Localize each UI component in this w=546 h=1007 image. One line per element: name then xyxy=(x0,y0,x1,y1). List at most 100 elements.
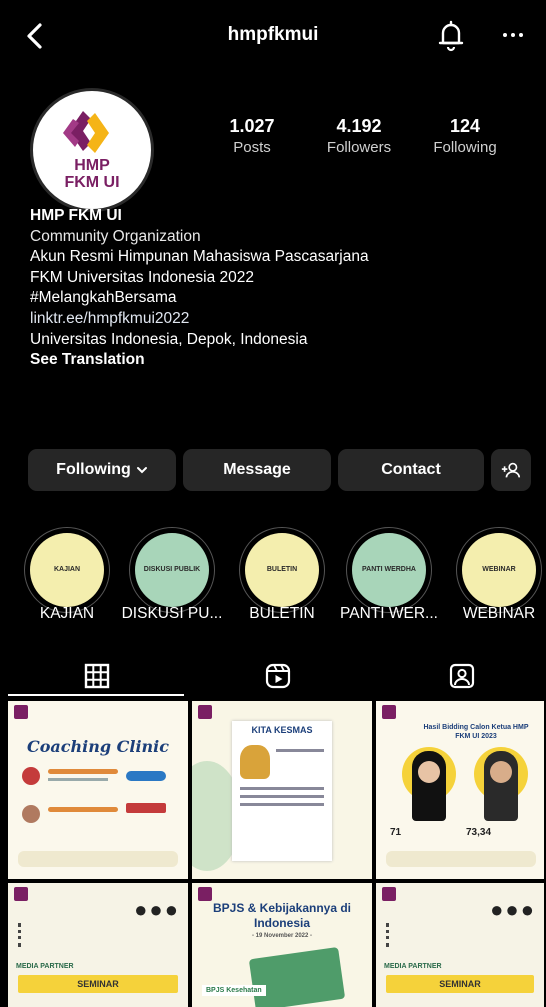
post-hasil-bidding[interactable]: Hasil Bidding Calon Ketua HMP FKM UI 202… xyxy=(376,701,544,879)
tagged-icon[interactable] xyxy=(447,661,477,691)
more-options-icon[interactable] xyxy=(500,22,526,48)
text-line xyxy=(240,795,324,798)
post-logo xyxy=(382,705,396,719)
highlight-ring: PANTI WERDHA xyxy=(346,527,432,613)
highlight-kajian[interactable]: KAJIAN KAJIAN xyxy=(22,527,112,622)
highlight-webinar[interactable]: WEBINAR WEBINAR xyxy=(454,527,544,622)
post-logo xyxy=(382,887,396,901)
speaker-bar xyxy=(48,807,118,812)
contact-button-label: Contact xyxy=(381,461,441,478)
post-bpjs[interactable]: BPJS & Kebijakannya di Indonesia - 19 No… xyxy=(192,883,372,1007)
chevron-down-icon xyxy=(136,467,147,474)
hmp-logo-icon xyxy=(63,111,109,153)
avatar-text-line2: FKM UI xyxy=(64,174,120,191)
followers-label: Followers xyxy=(326,139,392,156)
highlight-title: WEBINAR xyxy=(462,605,536,622)
post-title: Hasil Bidding Calon Ketua HMP FKM UI 202… xyxy=(423,724,529,740)
highlight-buletin[interactable]: BULETIN BULETIN xyxy=(237,527,327,622)
profile-bio: HMP FKM UI Community Organization Akun R… xyxy=(30,206,530,371)
profile-tabs xyxy=(0,655,546,695)
post-kita-kesmas[interactable]: KITA KESMAS xyxy=(192,701,372,879)
speaker-text xyxy=(48,778,108,781)
text-line xyxy=(240,787,324,790)
reels-icon[interactable] xyxy=(263,661,293,691)
highlight-ring: DISKUSI PUBLIK xyxy=(129,527,215,613)
followers-count: 4.192 xyxy=(336,116,382,136)
grid-icon[interactable] xyxy=(82,661,112,691)
highlight-diskusi-publik[interactable]: DISKUSI PUBLIK DISKUSI PU... xyxy=(122,527,222,622)
post-label: SEMINAR xyxy=(386,975,534,993)
candidate-face xyxy=(490,761,512,783)
add-person-icon xyxy=(501,462,521,478)
decor-dots xyxy=(386,923,393,947)
bio-hashtag[interactable]: #MelangkahBersama xyxy=(30,288,530,309)
zoom-badge xyxy=(126,771,166,781)
message-button-label: Message xyxy=(223,461,291,478)
media-partner-badge: MEDIA PARTNER xyxy=(384,963,442,970)
profile-avatar[interactable]: HMP FKM UI xyxy=(30,88,154,212)
stat-following[interactable]: 124 Following xyxy=(410,116,520,156)
avatar-text: HMP FKM UI xyxy=(33,157,151,191)
following-button[interactable]: Following xyxy=(28,449,176,491)
posts-count: 1.027 xyxy=(229,116,275,136)
post-seminar-1[interactable]: ●●● MEDIA PARTNER SEMINAR xyxy=(8,883,188,1007)
highlight-cover: BULETIN xyxy=(245,533,319,607)
message-button[interactable]: Message xyxy=(183,449,331,491)
dots-decoration: ●●● xyxy=(490,897,536,922)
post-footer xyxy=(386,851,536,867)
stat-posts[interactable]: 1.027 Posts xyxy=(197,116,307,156)
post-logo xyxy=(198,705,212,719)
post-title: Coaching Clinic xyxy=(27,737,169,756)
active-tab-indicator xyxy=(8,694,184,696)
decor-dots xyxy=(18,923,25,947)
candidate-score-b: 73,34 xyxy=(466,827,492,838)
profile-actions: Following Message Contact xyxy=(28,449,531,491)
post-logo xyxy=(198,887,212,901)
post-logo xyxy=(14,705,28,719)
highlight-ring: WEBINAR xyxy=(456,527,542,613)
top-bar: hmpfkmui xyxy=(0,14,546,60)
avatar-text-line1: HMP xyxy=(74,157,110,174)
contact-button[interactable]: Contact xyxy=(338,449,484,491)
author-photo xyxy=(240,745,270,779)
speaker-photo xyxy=(22,805,40,823)
speaker-photo xyxy=(22,767,40,785)
highlight-cover: PANTI WERDHA xyxy=(352,533,426,607)
highlight-ring: BULETIN xyxy=(239,527,325,613)
post-seminar-2[interactable]: ●●● MEDIA PARTNER SEMINAR xyxy=(376,883,544,1007)
following-label: Following xyxy=(433,139,497,156)
post-coaching-clinic[interactable]: Coaching Clinic xyxy=(8,701,188,879)
speaker-bar xyxy=(48,769,118,774)
post-title: BPJS & Kebijakannya di Indonesia xyxy=(212,901,352,930)
text-line xyxy=(276,749,324,752)
candidate-face xyxy=(418,761,440,783)
highlight-ring: KAJIAN xyxy=(24,527,110,613)
bio-line-2: FKM Universitas Indonesia 2022 xyxy=(30,268,255,286)
suggest-people-button[interactable] xyxy=(491,449,531,491)
newsletter-page xyxy=(232,721,332,861)
bio-link[interactable]: linktr.ee/hmpfkmui2022 xyxy=(30,309,530,330)
text-line xyxy=(240,803,324,806)
stat-followers[interactable]: 4.192 Followers xyxy=(304,116,414,156)
candidate-score-a: 71 xyxy=(390,827,402,838)
profile-screen: hmpfkmui HMP FKM UI 1.027 Posts 4.192 Fo… xyxy=(0,0,546,1007)
highlight-cover: WEBINAR xyxy=(462,533,536,607)
profile-display-name: HMP FKM UI xyxy=(30,207,122,224)
bpjs-logo-text: BPJS Kesehatan xyxy=(202,985,266,996)
media-partner-badge: MEDIA PARTNER xyxy=(16,963,74,970)
bell-icon[interactable] xyxy=(436,18,466,52)
bpjs-card xyxy=(248,946,346,1007)
highlight-panti-werdha[interactable]: PANTI WERDHA PANTI WER... xyxy=(340,527,438,622)
bio-location: Universitas Indonesia, Depok, Indonesia xyxy=(30,330,308,348)
post-footer xyxy=(18,851,178,867)
bio-line-1: Akun Resmi Himpunan Mahasiswa Pascasarja… xyxy=(30,248,369,266)
profile-category: Community Organization xyxy=(30,227,201,245)
see-translation-link[interactable]: See Translation xyxy=(30,350,530,371)
posts-grid: Coaching Clinic KITA KESMAS Hasil Biddin… xyxy=(8,701,544,1007)
highlight-cover: DISKUSI PUBLIK xyxy=(135,533,209,607)
following-button-label: Following xyxy=(56,461,131,478)
post-label: SEMINAR xyxy=(18,975,178,993)
posts-label: Posts xyxy=(233,139,271,156)
youtube-badge xyxy=(126,803,166,813)
dots-decoration: ●●● xyxy=(134,897,180,922)
